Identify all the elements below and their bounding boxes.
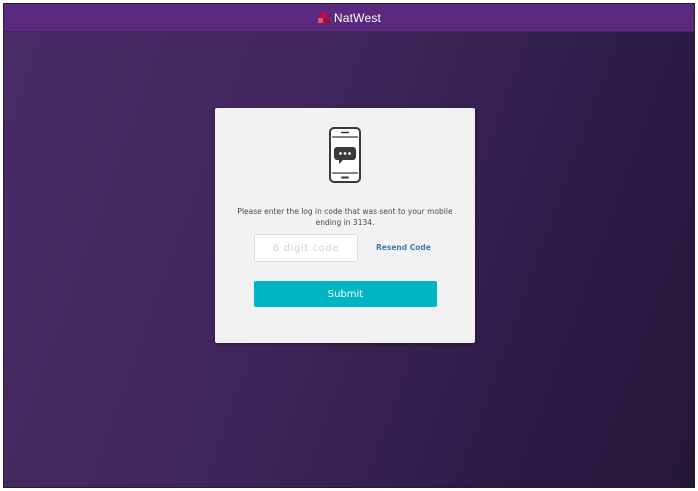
natwest-logo-icon xyxy=(317,12,329,23)
top-header-bar: NatWest xyxy=(4,4,694,32)
login-code-input[interactable] xyxy=(254,234,358,262)
brand-logo-link[interactable]: NatWest xyxy=(317,11,381,25)
submit-button[interactable]: Submit xyxy=(254,281,437,307)
brand-name: NatWest xyxy=(333,10,382,25)
resend-code-link[interactable]: Resend Code xyxy=(376,243,431,252)
instruction-text: Please enter the log in code that was se… xyxy=(237,207,453,227)
browser-viewport: NatWest Please enter the log in code tha… xyxy=(3,3,695,488)
phone-chat-icon xyxy=(329,127,361,183)
login-code-card: Please enter the log in code that was se… xyxy=(215,108,475,343)
